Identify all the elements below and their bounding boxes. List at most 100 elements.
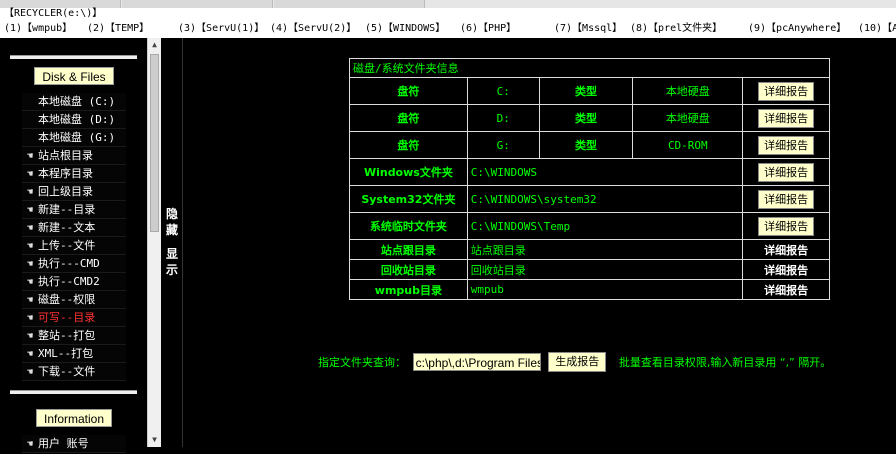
link-row: 回收站目录 回收站目录 详细报告 (349, 259, 830, 280)
detail-report-link[interactable]: 详细报告 (764, 264, 808, 277)
scroll-down-icon[interactable]: ▼ (148, 433, 161, 447)
table-header: 磁盘/系统文件夹信息 (349, 58, 830, 78)
sidebar-item[interactable]: ☚ XML--打包 (22, 345, 126, 363)
folder-label: 系统临时文件夹 (349, 212, 468, 240)
nav-link[interactable]: (6)【PHP】 (460, 20, 516, 38)
hand-pointer-icon: ☚ (26, 259, 34, 270)
nav-link[interactable]: (3)【ServU(1)】 (178, 20, 264, 38)
sidebar-item[interactable]: ☚ 回上级目录 (22, 183, 126, 201)
sidebar-item[interactable]: ☚ 新建--目录 (22, 201, 126, 219)
hand-pointer-icon: ☚ (26, 223, 34, 234)
link-path[interactable]: wmpub (466, 279, 744, 300)
folder-report-button[interactable]: 详细报告 (758, 189, 815, 209)
link-label: 回收站目录 (349, 259, 468, 280)
drive-report-button[interactable]: 详细报告 (758, 81, 815, 101)
folder-path: C:\WINDOWS\Temp (466, 212, 744, 240)
link-path[interactable]: 站点跟目录 (466, 239, 744, 260)
drive-letter: C: (466, 77, 540, 105)
nav-link[interactable]: (4)【ServU(2)】 (270, 20, 356, 38)
drive-report-button[interactable]: 详细报告 (758, 108, 815, 128)
nav-link[interactable]: (7)【Mssql】 (554, 20, 622, 38)
nav-link[interactable]: (10)【A (858, 20, 896, 38)
sidebar-drive-d[interactable]: 本地磁盘 (D:) (22, 111, 126, 129)
folder-nav-bar: (1)【wmpub】 (2)【TEMP】 (3)【ServU(1)】 (4)【S… (0, 20, 896, 38)
sidebar-item-user-account[interactable]: ☚ 用户 账号 (22, 435, 126, 453)
sidebar-item[interactable]: ☚ 下载--文件 (22, 363, 126, 381)
drive-type: 本地硬盘 (632, 104, 744, 132)
show-sidebar-link[interactable]: 显示 (165, 246, 179, 278)
drive-row: 盘符 D: 类型 本地硬盘 详细报告 (349, 104, 830, 132)
sidebar-item[interactable]: ☚ 执行--CMD2 (22, 273, 126, 291)
detail-report-link[interactable]: 详细报告 (764, 244, 808, 257)
type-label: 类型 (538, 131, 634, 159)
query-label: 指定文件夹查询： (318, 356, 406, 369)
sidebar-menu: 本地磁盘 (C:) 本地磁盘 (D:) 本地磁盘 (G:) ☚ 站点根目录 ☚ 本程… (22, 93, 126, 381)
nav-link[interactable]: (1)【wmpub】 (4, 20, 72, 38)
folder-row: System32文件夹 C:\WINDOWS\system32 详细报告 (349, 185, 830, 213)
folder-path: C:\WINDOWS (466, 158, 744, 186)
sidebar-item[interactable]: ☚ 本程序目录 (22, 165, 126, 183)
sidebar-item[interactable]: ☚ 上传--文件 (22, 237, 126, 255)
sidebar-scrollbar[interactable]: ▲ ▼ (147, 38, 161, 447)
hand-pointer-icon: ☚ (26, 151, 34, 162)
sidebar-toggle[interactable]: 隐藏 显示 (161, 38, 183, 447)
hide-sidebar-link[interactable]: 隐藏 (165, 206, 179, 238)
nav-link[interactable]: (8)【prel文件夹】 (630, 20, 722, 38)
folder-row: 系统临时文件夹 C:\WINDOWS\Temp 详细报告 (349, 212, 830, 240)
nav-link[interactable]: (2)【TEMP】 (87, 20, 149, 38)
hand-pointer-icon: ☚ (26, 205, 34, 216)
browser-tab[interactable] (274, 0, 425, 8)
sidebar-item[interactable]: ☚ 磁盘--权限 (22, 291, 126, 309)
drive-letter: G: (466, 131, 540, 159)
current-path: 【RECYCLER(e:\)】 (0, 8, 896, 20)
link-row: 站点跟目录 站点跟目录 详细报告 (349, 239, 830, 260)
drive-row: 盘符 G: 类型 CD-ROM 详细报告 (349, 131, 830, 159)
hand-pointer-icon: ☚ (26, 439, 34, 450)
sidebar-item[interactable]: ☚ 执行---CMD (22, 255, 126, 273)
link-label: wmpub目录 (349, 279, 468, 300)
sidebar-item[interactable]: ☚ 站点根目录 (22, 147, 126, 165)
sidebar-item[interactable]: ☚ 整站--打包 (22, 327, 126, 345)
sidebar: Disk & Files 本地磁盘 (C:) 本地磁盘 (D:) 本地磁盘 (G… (0, 38, 147, 453)
drive-label: 盘符 (349, 104, 468, 132)
sidebar-item-writable[interactable]: ☚ 可写--目录 (22, 309, 126, 327)
generate-report-button[interactable]: 生成报告 (548, 352, 607, 372)
nav-link[interactable]: (9)【pcAnywhere】 (748, 20, 846, 38)
browser-tab[interactable] (0, 0, 121, 8)
hand-pointer-icon: ☚ (26, 313, 34, 324)
scrollbar-thumb[interactable] (150, 54, 159, 232)
disk-files-title: Disk & Files (34, 67, 114, 85)
browser-tab[interactable] (122, 0, 273, 8)
browser-tab-strip (0, 0, 896, 8)
sidebar-drive-c[interactable]: 本地磁盘 (C:) (22, 93, 126, 111)
folder-row: Windows文件夹 C:\WINDOWS 详细报告 (349, 158, 830, 186)
folder-query-input[interactable]: c:\php\,d:\Program Files (412, 353, 541, 371)
folder-report-button[interactable]: 详细报告 (758, 162, 815, 182)
hand-pointer-icon: ☚ (26, 349, 34, 360)
drive-type: CD-ROM (632, 131, 744, 159)
disk-info-table: 磁盘/系统文件夹信息 盘符 C: 类型 本地硬盘 详细报告 盘符 D: 类型 本… (349, 58, 830, 300)
folder-label: System32文件夹 (349, 185, 468, 213)
sidebar-item[interactable]: ☚ 新建--文本 (22, 219, 126, 237)
drive-label: 盘符 (349, 131, 468, 159)
hand-pointer-icon: ☚ (26, 295, 34, 306)
nav-link[interactable]: (5)【WINDOWS】 (365, 20, 445, 38)
hand-pointer-icon: ☚ (26, 277, 34, 288)
folder-label: Windows文件夹 (349, 158, 468, 186)
link-path[interactable]: 回收站目录 (466, 259, 744, 280)
sidebar-drive-g[interactable]: 本地磁盘 (G:) (22, 129, 126, 147)
drive-report-button[interactable]: 详细报告 (758, 135, 815, 155)
hand-pointer-icon: ☚ (26, 241, 34, 252)
drive-label: 盘符 (349, 77, 468, 105)
query-hint: 批量查看目录权限,输入新目录用 “,” 隔开。 (618, 356, 832, 369)
type-label: 类型 (538, 77, 634, 105)
scroll-up-icon[interactable]: ▲ (148, 38, 161, 52)
drive-letter: D: (466, 104, 540, 132)
detail-report-link[interactable]: 详细报告 (764, 284, 808, 297)
sidebar-divider (10, 390, 137, 394)
drive-type: 本地硬盘 (632, 77, 744, 105)
folder-report-button[interactable]: 详细报告 (758, 216, 815, 236)
drive-row: 盘符 C: 类型 本地硬盘 详细报告 (349, 77, 830, 105)
info-menu: ☚ 用户 账号 (22, 435, 126, 453)
main-content: 磁盘/系统文件夹信息 盘符 C: 类型 本地硬盘 详细报告 盘符 D: 类型 本… (183, 38, 896, 447)
